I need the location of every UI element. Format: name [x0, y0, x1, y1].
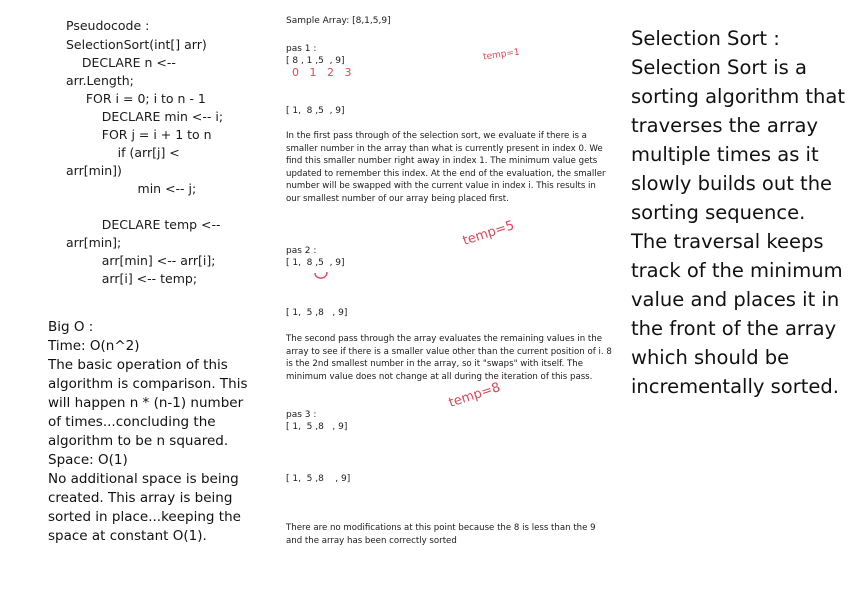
- space-explanation: No additional space is being created. Th…: [48, 471, 241, 544]
- final-explanation: There are no modifications at this point…: [286, 523, 596, 546]
- pseudocode-line: arr[i] <-- temp;: [66, 271, 198, 286]
- pass1-temp-annotation: temp=1: [482, 47, 521, 63]
- big-o-heading: Big O :: [48, 319, 94, 335]
- pseudocode-line: DECLARE n <--: [66, 55, 176, 70]
- pass1-index-annotation: 0 1 2 3: [292, 66, 352, 79]
- pass3-temp-annotation: temp=8: [446, 380, 503, 411]
- pseudocode-line: FOR j = i + 1 to n: [66, 127, 212, 142]
- time-complexity: Time: O(n^2): [48, 338, 140, 354]
- pseudocode-line: SelectionSort(int[] arr): [66, 37, 207, 52]
- pseudocode-line: arr[min]): [66, 163, 122, 178]
- pseudocode-line: arr[min] <-- arr[i];: [66, 253, 216, 268]
- time-explanation: The basic operation of this algorithm is…: [48, 357, 248, 449]
- pseudocode-line: FOR i = 0; i to n - 1: [66, 91, 206, 106]
- pseudocode-line: Pseudocode :: [66, 18, 150, 33]
- sample-array: Sample Array: [8,1,5,9]: [286, 16, 391, 26]
- pass2-temp-annotation: temp=5: [460, 218, 517, 249]
- pass1-after-array: [ 1, 8 ,5 , 9]: [286, 106, 345, 116]
- pseudocode-line: min <-- j;: [66, 181, 197, 196]
- pass3-label: pas 3 :: [286, 410, 317, 420]
- pseudocode-line: DECLARE min <-- i;: [66, 109, 224, 124]
- big-o-block: Big O : Time: O(n^2) The basic operation…: [48, 318, 253, 546]
- pseudocode-line: DECLARE temp <--: [66, 217, 221, 232]
- pass1-before-array: [ 8 , 1 ,5 , 9]: [286, 56, 345, 66]
- pass1-explanation: In the first pass through of the selecti…: [286, 131, 606, 204]
- pass2-after-array: [ 1, 5 ,8 , 9]: [286, 308, 348, 318]
- pass1-label: pas 1 :: [286, 44, 317, 54]
- pseudocode-line: if (arr[j] <: [66, 145, 180, 160]
- pass2-explanation: The second pass through the array evalua…: [286, 334, 612, 382]
- pass2-label: pas 2 :: [286, 246, 317, 256]
- pass3-after-array: [ 1, 5 ,8 , 9]: [286, 474, 351, 484]
- selection-sort-summary: Selection Sort : Selection Sort is a sor…: [631, 27, 846, 398]
- space-complexity: Space: O(1): [48, 452, 128, 468]
- pass3-before-array: [ 1, 5 ,8 , 9]: [286, 422, 348, 432]
- pass2-circle-mark: [314, 271, 328, 279]
- pseudocode-line: arr[min];: [66, 235, 122, 250]
- pseudocode-line: arr.Length;: [66, 73, 134, 88]
